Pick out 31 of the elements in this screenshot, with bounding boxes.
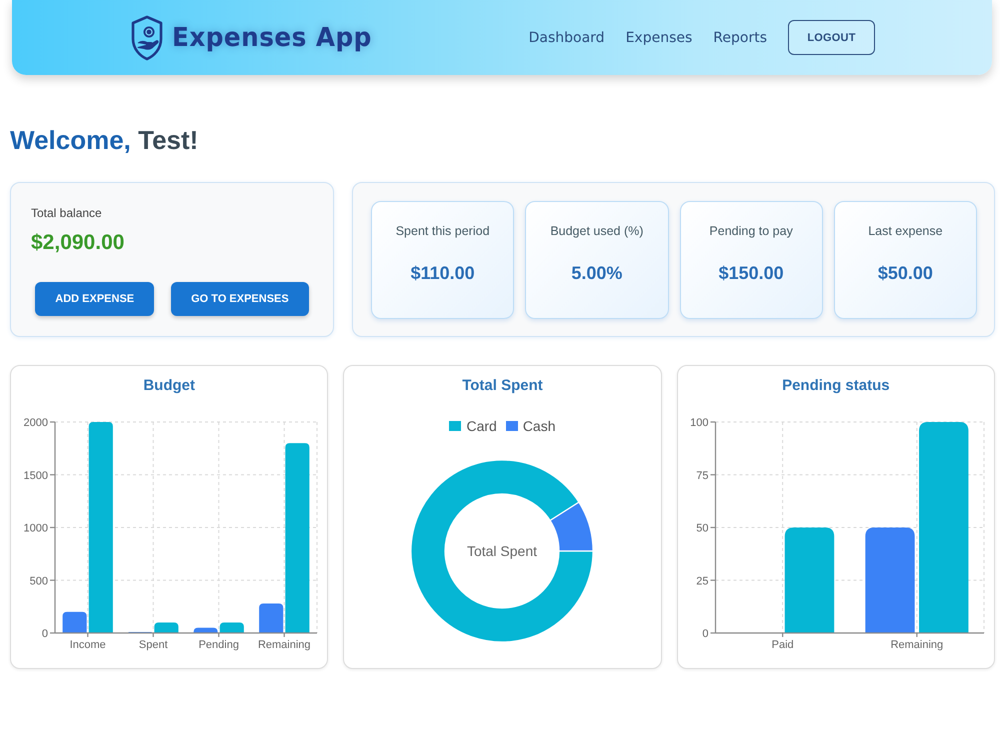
balance-label: Total balance: [31, 206, 102, 220]
category-label: Pending: [198, 639, 240, 651]
y-axis-label: 2000: [24, 417, 48, 429]
chart-title: Total Spent: [462, 376, 543, 395]
stat-label: Spent this period: [396, 224, 490, 239]
stat-value: 5.00%: [571, 262, 622, 284]
stat-label: Budget used (%): [550, 224, 644, 239]
category-label: Spent: [139, 639, 168, 651]
balance-amount: $2,090.00: [31, 230, 124, 256]
y-axis-label: 0: [42, 628, 48, 640]
category-label: Paid: [771, 639, 794, 651]
y-axis-label: 25: [696, 575, 708, 588]
y-axis-label: 50: [696, 522, 708, 534]
y-axis-label: 500: [30, 575, 48, 588]
y-axis-label: 0: [702, 628, 708, 640]
stat-value: $150.00: [718, 262, 784, 284]
chart-title: Budget: [143, 376, 195, 395]
stat-value: $110.00: [410, 262, 475, 284]
y-axis-label: 75: [696, 470, 708, 482]
y-axis-label: 1500: [24, 470, 48, 482]
category-label: Remaining: [890, 639, 943, 651]
category-label: Remaining: [258, 639, 311, 651]
welcome-heading: Welcome, Test!: [10, 125, 198, 155]
category-label: Income: [70, 639, 106, 651]
stat-label: Pending to pay: [709, 224, 793, 239]
stat-label: Last expense: [868, 224, 943, 239]
chart-title: Pending status: [782, 376, 890, 395]
y-axis-label: 100: [690, 417, 708, 429]
y-axis-label: 1000: [24, 522, 48, 534]
stat-value: $50.00: [878, 262, 933, 284]
donut-center-label: Total Spent: [467, 543, 538, 559]
